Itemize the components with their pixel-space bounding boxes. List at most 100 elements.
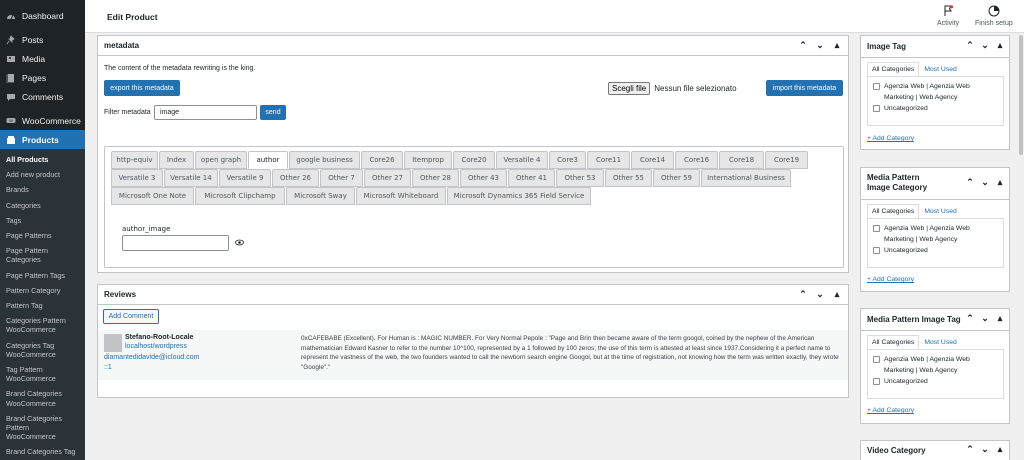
checkbox[interactable]: [873, 378, 880, 385]
import-metadata-button[interactable]: import this metadata: [766, 80, 843, 96]
tab-other-41[interactable]: Other 41: [508, 169, 555, 187]
export-metadata-button[interactable]: export this metadata: [104, 80, 180, 96]
scrollbar-thumb[interactable]: [1019, 35, 1023, 155]
chevron-up-icon[interactable]: ⌃: [965, 177, 975, 188]
chevron-down-icon[interactable]: ⌄: [980, 313, 990, 324]
tab-microsoft-one-note[interactable]: Microsoft One Note: [111, 187, 194, 205]
menu-comments[interactable]: Comments: [0, 87, 85, 106]
menu-dashboard[interactable]: Dashboard: [0, 6, 85, 25]
submenu-item[interactable]: Categories Tag WooCommerce: [0, 338, 85, 362]
collapse-toggle-icon[interactable]: ▴: [832, 289, 842, 300]
submenu-item[interactable]: Pattern Category: [0, 283, 85, 298]
tab-core18[interactable]: Core18: [719, 151, 764, 169]
finish-setup-button[interactable]: Finish setup: [975, 5, 1013, 27]
tab-google-business[interactable]: google business: [289, 151, 360, 169]
collapse-toggle-icon[interactable]: ▴: [995, 444, 1005, 455]
tab-most-used[interactable]: Most Used: [919, 204, 961, 219]
checkbox[interactable]: [873, 356, 880, 363]
submenu-item[interactable]: Page Pattern Categories: [0, 243, 85, 267]
category-item[interactable]: Agenzia Web | Agenzia Web Marketing | We…: [873, 81, 998, 103]
add-category-link[interactable]: + Add Category: [867, 276, 914, 283]
tab-most-used[interactable]: Most Used: [919, 62, 961, 77]
tab-microsoft-sway[interactable]: Microsoft Sway: [286, 187, 355, 205]
tab-microsoft-whiteboard[interactable]: Microsoft Whiteboard: [356, 187, 446, 205]
submenu-item[interactable]: All Products: [0, 152, 85, 167]
tab-other-28[interactable]: Other 28: [412, 169, 459, 187]
review-author-email[interactable]: diamantedidavide@icloud.com: [104, 354, 199, 361]
checkbox[interactable]: [873, 225, 880, 232]
category-item[interactable]: Uncategorized: [873, 103, 998, 114]
menu-media[interactable]: Media: [0, 49, 85, 68]
tab-versatile-14[interactable]: Versatile 14: [164, 169, 218, 187]
tab-other-27[interactable]: Other 27: [364, 169, 411, 187]
tab-microsoft-clipchamp[interactable]: Microsoft Clipchamp: [195, 187, 285, 205]
tab-author[interactable]: author: [248, 151, 288, 169]
tab-most-used[interactable]: Most Used: [919, 335, 961, 350]
submenu-item[interactable]: Categories Pattern WooCommerce: [0, 313, 85, 337]
submenu-item[interactable]: Brands: [0, 182, 85, 197]
tab-other-53[interactable]: Other 53: [556, 169, 604, 187]
collapse-toggle-icon[interactable]: ▴: [832, 40, 842, 51]
activity-button[interactable]: Activity: [937, 5, 959, 27]
chevron-up-icon[interactable]: ⌃: [965, 40, 975, 51]
chevron-down-icon[interactable]: ⌄: [815, 40, 825, 51]
tab-other-59[interactable]: Other 59: [653, 169, 700, 187]
submenu-item[interactable]: Tags: [0, 213, 85, 228]
filter-input[interactable]: image: [154, 105, 257, 120]
review-author-ip[interactable]: ::1: [104, 364, 112, 371]
menu-posts[interactable]: Posts: [0, 30, 85, 49]
tab-other-43[interactable]: Other 43: [460, 169, 507, 187]
tab-core16[interactable]: Core16: [675, 151, 718, 169]
add-comment-button[interactable]: Add Comment: [103, 309, 159, 324]
category-item[interactable]: Uncategorized: [873, 376, 998, 387]
tab-itemprop[interactable]: Itemprop: [404, 151, 452, 169]
tab-all-categories[interactable]: All Categories: [867, 335, 920, 350]
chevron-down-icon[interactable]: ⌄: [980, 40, 990, 51]
tab-core11[interactable]: Core11: [587, 151, 630, 169]
collapse-toggle-icon[interactable]: ▴: [995, 40, 1005, 51]
tab-all-categories[interactable]: All Categories: [867, 62, 920, 77]
submenu-item[interactable]: Pattern Tag: [0, 298, 85, 313]
submenu-item[interactable]: Add new product: [0, 167, 85, 182]
scrollbar[interactable]: [1018, 33, 1024, 460]
tab-other-26[interactable]: Other 26: [272, 169, 319, 187]
chevron-down-icon[interactable]: ⌄: [980, 444, 990, 455]
eye-icon[interactable]: [235, 239, 244, 246]
chevron-up-icon[interactable]: ⌃: [965, 444, 975, 455]
submenu-item[interactable]: Page Pattern Tags: [0, 268, 85, 283]
choose-file-button[interactable]: Scegli file: [608, 82, 651, 95]
submenu-item[interactable]: Brand Categories Tag: [0, 444, 85, 459]
menu-pages[interactable]: Pages: [0, 68, 85, 87]
tab-microsoft-dynamics-365[interactable]: Microsoft Dynamics 365 Field Service: [447, 187, 591, 205]
menu-products[interactable]: Products: [0, 130, 85, 149]
chevron-down-icon[interactable]: ⌄: [815, 289, 825, 300]
submenu-item[interactable]: Brand Categories Pattern WooCommerce: [0, 411, 85, 445]
review-author-url[interactable]: localhost/wordpress: [125, 343, 187, 350]
tab-http-equiv[interactable]: http-equiv: [111, 151, 158, 169]
menu-woocommerce[interactable]: W WooCommerce: [0, 111, 85, 130]
checkbox[interactable]: [873, 83, 880, 90]
add-category-link[interactable]: + Add Category: [867, 135, 914, 142]
tab-versatile-9[interactable]: Versatile 9: [219, 169, 271, 187]
category-item[interactable]: Agenzia Web | Agenzia Web Marketing | We…: [873, 223, 998, 245]
tab-all-categories[interactable]: All Categories: [867, 204, 920, 219]
tab-core19[interactable]: Core19: [765, 151, 808, 169]
chevron-up-icon[interactable]: ⌃: [798, 40, 808, 51]
author-image-input[interactable]: [122, 235, 229, 251]
tab-core3[interactable]: Core3: [549, 151, 586, 169]
submenu-item[interactable]: Page Patterns: [0, 228, 85, 243]
tab-versatile-4[interactable]: Versatile 4: [496, 151, 548, 169]
submenu-item[interactable]: Tag Pattern WooCommerce: [0, 362, 85, 386]
chevron-up-icon[interactable]: ⌃: [965, 313, 975, 324]
checkbox[interactable]: [873, 247, 880, 254]
tab-core20[interactable]: Core20: [453, 151, 495, 169]
category-item[interactable]: Agenzia Web | Agenzia Web Marketing | We…: [873, 354, 998, 376]
chevron-down-icon[interactable]: ⌄: [980, 177, 990, 188]
submenu-item[interactable]: Categories: [0, 198, 85, 213]
collapse-toggle-icon[interactable]: ▴: [995, 313, 1005, 324]
tab-international-business[interactable]: International Business: [701, 169, 791, 187]
tab-core26[interactable]: Core26: [361, 151, 403, 169]
submenu-item[interactable]: Brand Categories WooCommerce: [0, 386, 85, 410]
add-category-link[interactable]: + Add Category: [867, 407, 914, 414]
checkbox[interactable]: [873, 105, 880, 112]
